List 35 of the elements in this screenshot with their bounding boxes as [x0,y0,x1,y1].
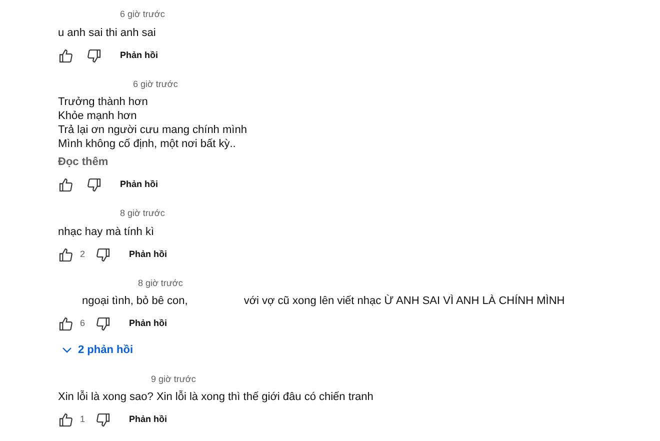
thumbs-down-icon[interactable] [95,316,112,332]
timestamp: 8 giờ trước [138,276,183,290]
comment-text: Xin lỗi là xong sao? Xin lỗi là xong thì thế giới đâu có chiến tranh [58,390,374,404]
reply-button[interactable]: Phản hồi [125,248,172,262]
timestamp: 6 giờ trước [120,8,165,21]
read-more-link[interactable]: Đọc thêm [58,155,108,169]
like-count: 1 [80,413,86,426]
show-replies-button[interactable]: 2 phản hồi [62,342,133,358]
reply-button[interactable]: Phản hồi [125,413,172,427]
like-count: 2 [80,248,86,261]
reply-button[interactable]: Phản hồi [116,178,162,192]
like-count: 6 [80,317,86,330]
thumbs-down-icon[interactable] [95,246,112,262]
thumbs-up-icon[interactable] [58,177,74,193]
thumbs-down-icon[interactable] [86,48,102,64]
chevron-down-icon [62,345,72,356]
comment-text: u anh sai thi anh sai [58,26,156,40]
timestamp: 8 giờ trước [120,207,165,220]
thumbs-down-icon[interactable] [95,412,112,428]
timestamp: 9 giờ trước [151,372,196,386]
thumbs-up-icon[interactable] [58,412,74,428]
thumbs-up-icon[interactable] [58,316,74,332]
comment-text: nhạc hay mà tính kì [58,224,154,238]
comment-text: Trưởng thành hơn [58,95,148,109]
thumbs-up-icon[interactable] [58,246,74,262]
comment-text: với vợ cũ xong lên viết nhạc Ừ ANH SAI VÌ ANH LÀ CHÍNH MÌNH [244,294,565,308]
reply-button[interactable]: Phản hồi [116,48,162,62]
thumbs-down-icon[interactable] [86,177,102,193]
timestamp: 6 giờ trước [133,78,178,91]
comment-text: Trả lại ơn người cưu mang chính mình [58,123,247,137]
comment-text: ngoại tình, bỏ bê con, [82,294,188,308]
comment-text: Khỏe mạnh hơn [58,109,137,123]
comment-text: Mình không cố định, một nơi bất kỳ.. [58,137,236,151]
thumbs-up-icon[interactable] [58,48,74,64]
reply-button[interactable]: Phản hồi [125,317,172,331]
